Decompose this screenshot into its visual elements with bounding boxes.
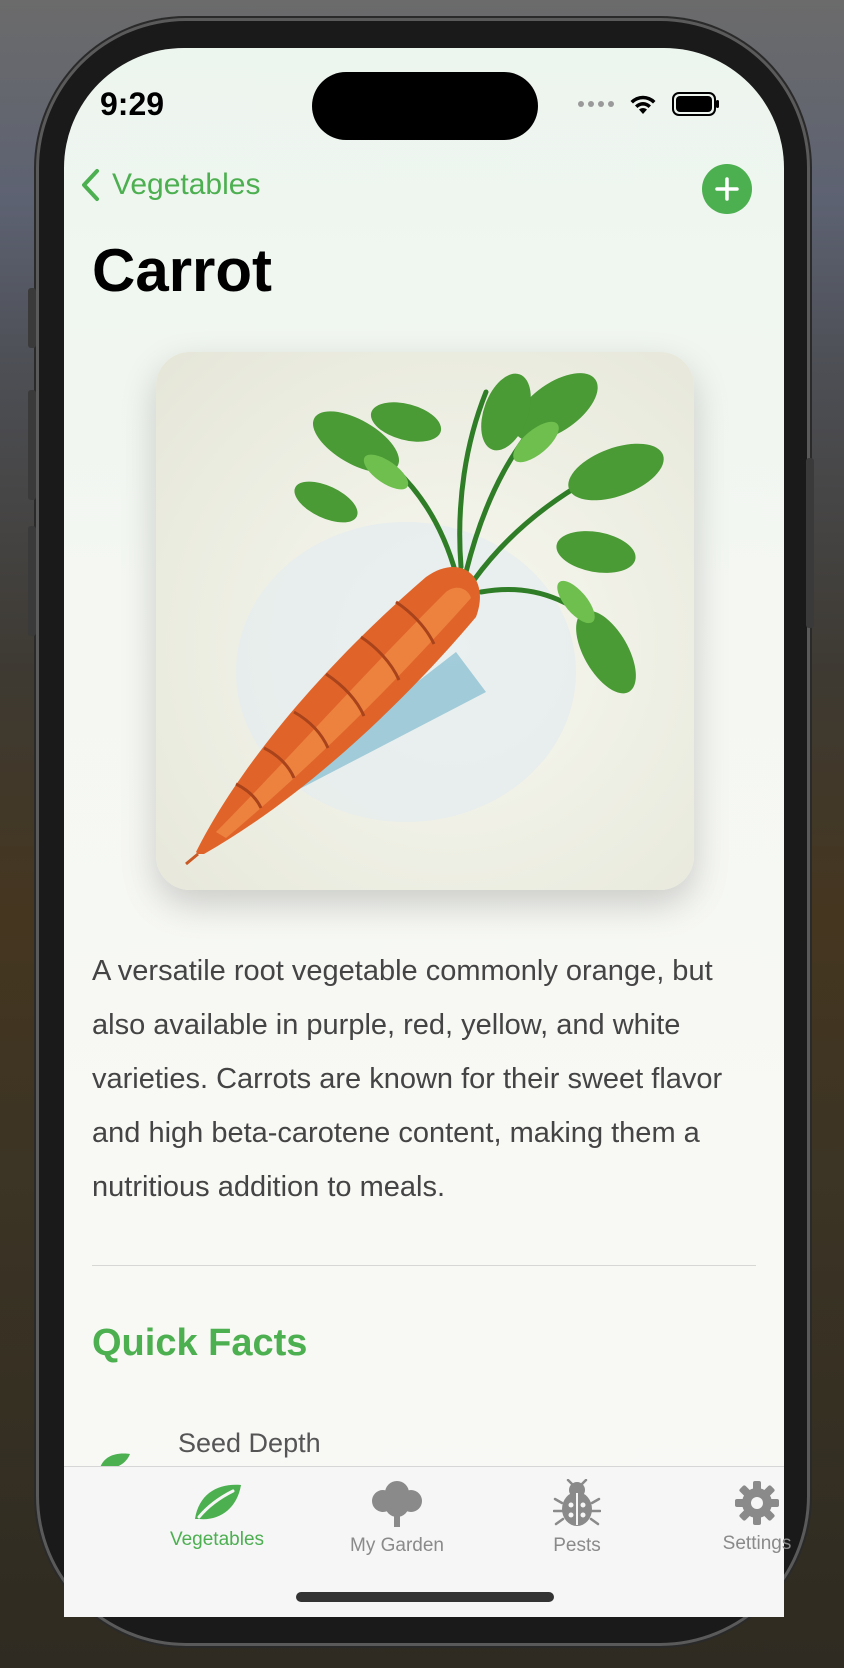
add-button[interactable] xyxy=(702,164,752,214)
tab-label-my-garden: My Garden xyxy=(350,1535,444,1556)
vegetable-image xyxy=(156,352,694,890)
tab-label-pests: Pests xyxy=(553,1535,601,1556)
bug-icon xyxy=(553,1479,601,1526)
quick-facts-title: Quick Facts xyxy=(92,1322,308,1364)
volume-down-button xyxy=(28,526,36,636)
back-button[interactable]: Vegetables xyxy=(80,168,260,202)
tab-pests[interactable]: Pests xyxy=(492,1479,662,1557)
page-title: Carrot xyxy=(92,237,273,304)
tree-icon xyxy=(372,1481,422,1527)
vegetable-description: A versatile root vegetable commonly oran… xyxy=(92,955,723,1203)
tab-vegetables[interactable]: Vegetables xyxy=(132,1479,302,1551)
gear-icon xyxy=(735,1481,779,1525)
status-time: 9:29 xyxy=(100,86,165,122)
leaf-icon xyxy=(195,1484,241,1520)
cellular-signal-icon xyxy=(578,101,614,107)
plus-icon xyxy=(715,177,739,201)
tab-label-vegetables: Vegetables xyxy=(169,1529,265,1550)
power-button xyxy=(806,458,814,628)
home-indicator[interactable] xyxy=(296,1592,554,1602)
battery-icon xyxy=(672,92,719,116)
carrot-illustration xyxy=(185,373,664,866)
tab-settings[interactable]: Settings xyxy=(672,1479,842,1555)
section-divider xyxy=(92,1265,756,1266)
wifi-icon xyxy=(630,95,656,114)
volume-up-button xyxy=(28,390,36,500)
chevron-left-icon xyxy=(82,169,99,201)
tab-label-settings: Settings xyxy=(722,1533,792,1554)
action-button xyxy=(28,288,36,348)
back-label: Vegetables xyxy=(112,168,261,201)
dynamic-island xyxy=(312,72,538,140)
status-icons xyxy=(578,92,720,116)
tab-my-garden[interactable]: My Garden xyxy=(312,1479,482,1557)
fact-label-seed-depth: Seed Depth xyxy=(178,1428,321,1458)
